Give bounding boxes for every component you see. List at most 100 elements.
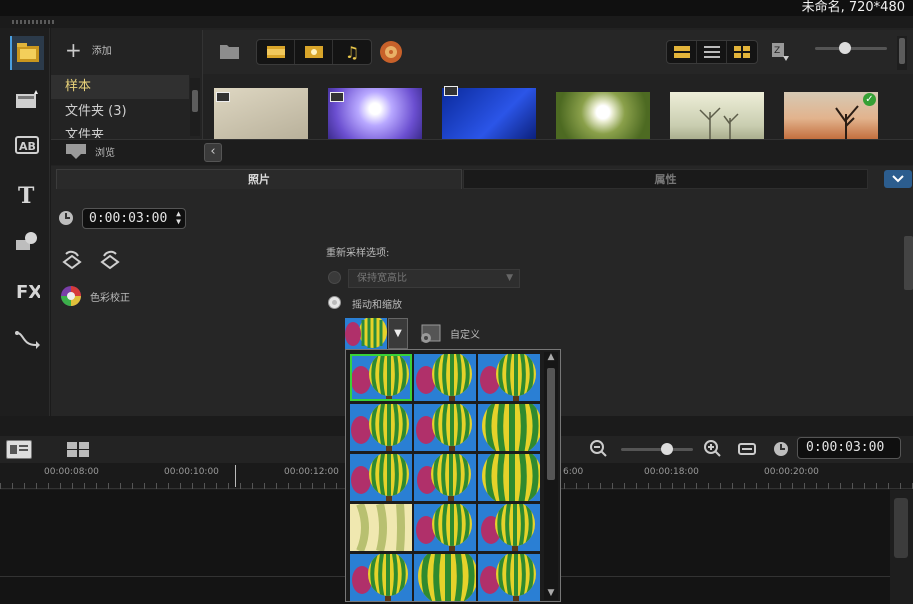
view-storyboard-icon[interactable] bbox=[667, 41, 697, 63]
options-scrollbar[interactable] bbox=[904, 236, 913, 290]
expand-options-button[interactable] bbox=[884, 170, 912, 188]
pan-zoom-preset[interactable] bbox=[478, 554, 540, 601]
pan-zoom-preset[interactable] bbox=[478, 504, 540, 551]
ruler-label: 00:00:12:00 bbox=[284, 467, 339, 477]
view-mode-group bbox=[666, 40, 758, 64]
resample-method-select[interactable]: 保持宽高比 ▼ bbox=[348, 269, 520, 288]
text-title-icon[interactable]: T bbox=[10, 178, 44, 212]
library-item-samples[interactable]: 样本 bbox=[51, 75, 189, 99]
library-item-folder-2[interactable]: 文件夹 bbox=[51, 124, 189, 138]
pan-zoom-preset[interactable] bbox=[350, 454, 412, 501]
color-correction-button[interactable]: 色彩校正 bbox=[60, 285, 130, 307]
zoom-slider-handle[interactable] bbox=[661, 443, 673, 455]
rotate-right-icon[interactable] bbox=[96, 250, 122, 273]
media-thumb-misty-trees[interactable] bbox=[670, 92, 764, 140]
collapse-left-button[interactable]: ‹ bbox=[204, 143, 222, 162]
svg-text:FX: FX bbox=[16, 282, 40, 302]
pan-zoom-preset[interactable] bbox=[350, 354, 412, 401]
browse-button[interactable]: 浏览 bbox=[65, 143, 115, 159]
timeline-clock-icon bbox=[773, 441, 789, 460]
ruler-label: 6:00 bbox=[563, 467, 584, 477]
filter-audio-icon[interactable]: ♫ bbox=[333, 40, 371, 64]
customize-button[interactable]: 自定义 bbox=[418, 322, 480, 344]
filter-photo-icon[interactable] bbox=[295, 40, 333, 64]
duration-value: 0:00:03:00 bbox=[89, 211, 168, 226]
open-folder-icon[interactable] bbox=[219, 42, 241, 63]
tab-attributes[interactable]: 属性 bbox=[463, 169, 868, 189]
browse-label: 浏览 bbox=[95, 147, 115, 159]
pan-zoom-preset[interactable] bbox=[350, 504, 412, 551]
view-thumbnails-icon[interactable] bbox=[727, 41, 757, 63]
plus-icon: + bbox=[65, 37, 82, 62]
pan-zoom-preset[interactable] bbox=[414, 404, 476, 451]
pan-zoom-preset[interactable] bbox=[478, 404, 540, 451]
title-ab-icon[interactable]: AB bbox=[10, 128, 44, 162]
preset-preview[interactable] bbox=[345, 318, 387, 349]
grid-layout-icon[interactable] bbox=[66, 441, 90, 458]
ruler-label: 00:00:08:00 bbox=[44, 467, 99, 477]
browse-bar: 浏览 ‹ bbox=[51, 139, 913, 165]
browse-icon bbox=[66, 144, 86, 159]
library-navigation: + 添加 样本 文件夹 (3) 文件夹 bbox=[51, 30, 203, 140]
graphics-icon[interactable] bbox=[10, 224, 44, 258]
project-timecode[interactable]: 0:00:03:00 bbox=[797, 437, 901, 459]
sort-icon[interactable]: Z bbox=[771, 42, 791, 65]
library-item-folder[interactable]: 文件夹 (3) bbox=[51, 100, 189, 124]
rotate-left-icon[interactable] bbox=[60, 250, 86, 273]
instant-project-icon[interactable] bbox=[10, 82, 44, 116]
pan-zoom-label: 摇动和缩放 bbox=[352, 300, 402, 311]
keep-aspect-label: 保持宽高比 bbox=[357, 273, 407, 284]
ruler-label: 00:00:18:00 bbox=[644, 467, 699, 477]
panel-grip[interactable] bbox=[12, 20, 56, 24]
preset-dropdown-button[interactable]: ▼ bbox=[388, 318, 408, 349]
checkmark-icon: ✓ bbox=[863, 93, 876, 106]
slider-handle[interactable] bbox=[839, 42, 851, 54]
customize-icon bbox=[421, 324, 441, 343]
customize-label: 自定义 bbox=[450, 329, 480, 341]
preset-scrollbar[interactable]: ▲ ▼ bbox=[544, 352, 558, 600]
pan-zoom-preset[interactable] bbox=[414, 454, 476, 501]
keep-aspect-radio[interactable] bbox=[328, 271, 341, 284]
tool-sidebar: AB T FX bbox=[0, 28, 50, 416]
timeline-zoom-slider[interactable] bbox=[621, 443, 693, 455]
filter-video-icon[interactable] bbox=[257, 40, 295, 64]
scroll-up-icon[interactable]: ▲ bbox=[544, 352, 558, 364]
pan-zoom-preset-popup: ▲ ▼ bbox=[345, 349, 561, 602]
window-title: 未命名, 720*480 bbox=[801, 0, 905, 15]
zoom-in-icon[interactable] bbox=[704, 440, 722, 461]
view-list-icon[interactable] bbox=[697, 41, 727, 63]
thumbnail-size-slider[interactable] bbox=[815, 42, 887, 54]
fx-filter-icon[interactable]: FX bbox=[10, 274, 44, 308]
svg-text:T: T bbox=[18, 184, 35, 206]
pan-zoom-preset[interactable] bbox=[350, 554, 412, 601]
library-scrollbar[interactable] bbox=[897, 36, 907, 70]
video-clip-icon bbox=[330, 92, 344, 102]
ruler-label: 00:00:20:00 bbox=[764, 467, 819, 477]
path-motion-icon[interactable] bbox=[10, 322, 44, 356]
pan-zoom-radio[interactable] bbox=[328, 296, 341, 309]
library-nav-scrollbar[interactable] bbox=[190, 78, 200, 136]
pan-zoom-preset[interactable] bbox=[350, 404, 412, 451]
pan-zoom-preset[interactable] bbox=[478, 454, 540, 501]
storyboard-view-icon[interactable] bbox=[6, 440, 32, 459]
pan-zoom-preset[interactable] bbox=[478, 354, 540, 401]
fit-project-icon[interactable] bbox=[738, 441, 756, 460]
media-library-icon[interactable] bbox=[10, 36, 44, 70]
add-folder-button[interactable]: + 添加 bbox=[65, 37, 112, 62]
library-toolbar: ♫ Z bbox=[203, 30, 913, 74]
media-thumb-dandelion[interactable] bbox=[556, 92, 650, 140]
video-clip-icon bbox=[216, 92, 230, 102]
svg-text:AB: AB bbox=[19, 140, 36, 153]
flash-animation-icon[interactable] bbox=[379, 40, 403, 67]
zoom-out-icon[interactable] bbox=[590, 440, 608, 461]
pan-zoom-preset[interactable] bbox=[414, 354, 476, 401]
scroll-down-icon[interactable]: ▼ bbox=[544, 588, 558, 600]
duration-timecode[interactable]: 0:00:03:00 ▲ ▼ bbox=[82, 208, 186, 229]
color-correction-label: 色彩校正 bbox=[90, 292, 130, 304]
tab-photo[interactable]: 照片 bbox=[56, 169, 462, 189]
stepper-arrows-icon[interactable]: ▲ ▼ bbox=[176, 210, 181, 226]
pan-zoom-preset[interactable] bbox=[414, 554, 476, 601]
add-label: 添加 bbox=[91, 46, 112, 57]
timeline-scrollbar[interactable] bbox=[890, 490, 913, 604]
pan-zoom-preset[interactable] bbox=[414, 504, 476, 551]
